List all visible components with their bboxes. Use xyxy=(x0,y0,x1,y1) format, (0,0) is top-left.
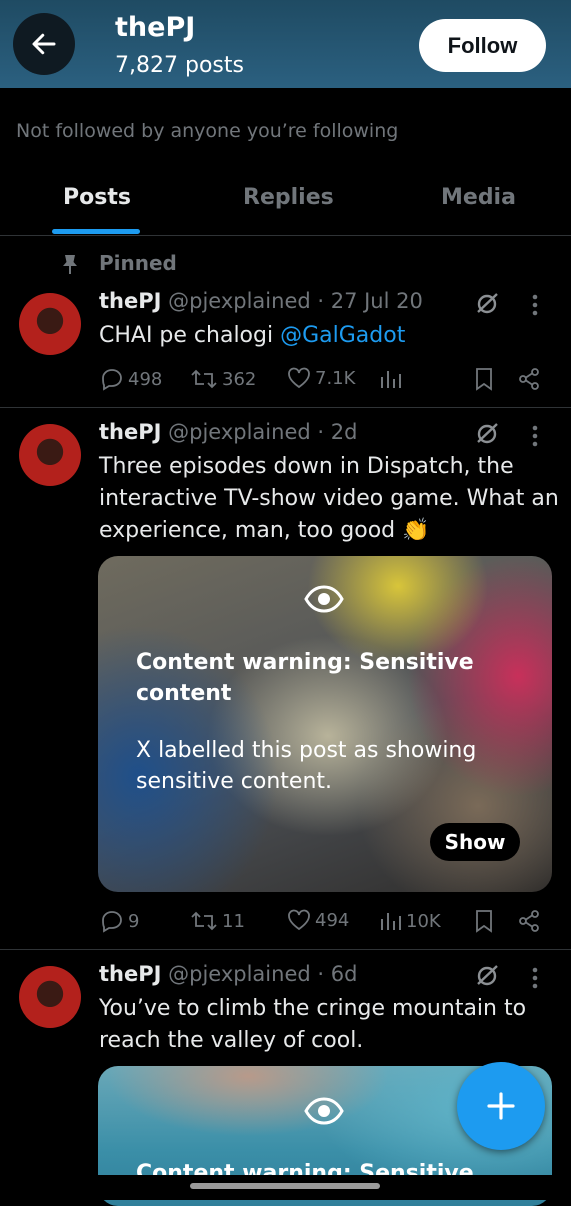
compose-button[interactable] xyxy=(457,1062,545,1150)
repost-count: 362 xyxy=(222,368,257,390)
eye-icon xyxy=(304,1097,344,1125)
avatar[interactable] xyxy=(19,424,81,486)
divider xyxy=(0,949,571,950)
more-vertical-icon[interactable] xyxy=(532,967,538,989)
like-count: 494 xyxy=(315,909,350,931)
views-button[interactable] xyxy=(380,367,402,391)
reply-icon xyxy=(102,911,122,933)
divider xyxy=(0,235,571,236)
profile-name: thePJ xyxy=(115,12,196,43)
like-button[interactable]: 7.1K xyxy=(287,367,355,389)
eye-icon xyxy=(304,585,344,613)
repost-button[interactable]: 362 xyxy=(190,367,256,391)
tab-media[interactable]: Media xyxy=(441,185,516,210)
tab-posts[interactable]: Posts xyxy=(63,185,131,210)
post-header: thePJ @pjexplained · 6d xyxy=(99,962,357,986)
author-name[interactable]: thePJ xyxy=(99,420,161,444)
share-icon[interactable] xyxy=(517,367,541,391)
reply-icon xyxy=(102,369,122,391)
reply-button[interactable]: 498 xyxy=(100,367,162,391)
bookmark-icon[interactable] xyxy=(474,367,494,391)
divider xyxy=(0,407,571,408)
post-text-body: CHAI pe chalogi xyxy=(99,323,281,348)
view-count: 10K xyxy=(406,910,441,932)
post-header: thePJ @pjexplained · 27 Jul 20 xyxy=(99,289,423,313)
reply-button[interactable]: 9 xyxy=(100,909,139,933)
home-indicator[interactable] xyxy=(190,1183,380,1189)
repost-icon xyxy=(191,369,217,389)
repost-button[interactable]: 11 xyxy=(190,909,245,933)
post-meta: @pjexplained · 27 Jul 20 xyxy=(168,289,423,313)
sensitive-media-card[interactable]: Content warning: Sensitive content X lab… xyxy=(98,556,552,892)
bookmark-icon[interactable] xyxy=(474,909,494,933)
content-warning-title: Content warning: Sensitive content xyxy=(136,650,474,706)
post-text: Three episodes down in Dispatch, the int… xyxy=(99,454,559,543)
like-count: 7.1K xyxy=(315,367,356,389)
grok-icon[interactable] xyxy=(474,290,500,316)
heart-icon xyxy=(288,909,310,931)
avatar[interactable] xyxy=(19,966,81,1028)
author-name[interactable]: thePJ xyxy=(99,962,161,986)
post-meta: @pjexplained · 6d xyxy=(168,962,358,986)
show-button[interactable]: Show xyxy=(430,823,520,861)
pin-icon xyxy=(63,255,77,274)
views-icon xyxy=(381,371,401,388)
grok-icon[interactable] xyxy=(474,962,500,988)
pinned-label: Pinned xyxy=(99,251,177,275)
profile-header: thePJ 7,827 posts Follow xyxy=(0,0,571,88)
more-vertical-icon[interactable] xyxy=(532,425,538,447)
arrow-left-icon xyxy=(32,33,56,55)
repost-count: 11 xyxy=(222,910,245,932)
more-vertical-icon[interactable] xyxy=(532,294,538,316)
post-text: CHAI pe chalogi @GalGadot xyxy=(99,320,559,352)
avatar[interactable] xyxy=(19,293,81,355)
mention-link[interactable]: @GalGadot xyxy=(280,323,405,348)
tab-replies[interactable]: Replies xyxy=(243,185,334,210)
views-button[interactable]: 10K xyxy=(380,909,441,933)
share-icon[interactable] xyxy=(517,909,541,933)
post-text: You’ve to climb the cringe mountain to r… xyxy=(99,996,527,1053)
content-warning-subtitle: X labelled this post as showing sensitiv… xyxy=(136,738,477,794)
back-button[interactable] xyxy=(13,13,75,75)
reply-count: 9 xyxy=(128,910,140,932)
posts-count: 7,827 posts xyxy=(115,53,244,78)
like-button[interactable]: 494 xyxy=(287,909,349,931)
plus-icon xyxy=(487,1092,515,1120)
views-icon xyxy=(381,913,401,930)
heart-icon xyxy=(288,367,310,389)
author-name[interactable]: thePJ xyxy=(99,289,161,313)
post-header: thePJ @pjexplained · 2d xyxy=(99,420,357,444)
followers-you-know-text: Not followed by anyone you’re following xyxy=(16,120,399,142)
repost-icon xyxy=(191,911,217,931)
reply-count: 498 xyxy=(128,368,163,390)
grok-icon[interactable] xyxy=(474,420,500,446)
post-meta: @pjexplained · 2d xyxy=(168,420,358,444)
follow-button[interactable]: Follow xyxy=(419,19,546,72)
active-tab-indicator xyxy=(52,229,140,234)
